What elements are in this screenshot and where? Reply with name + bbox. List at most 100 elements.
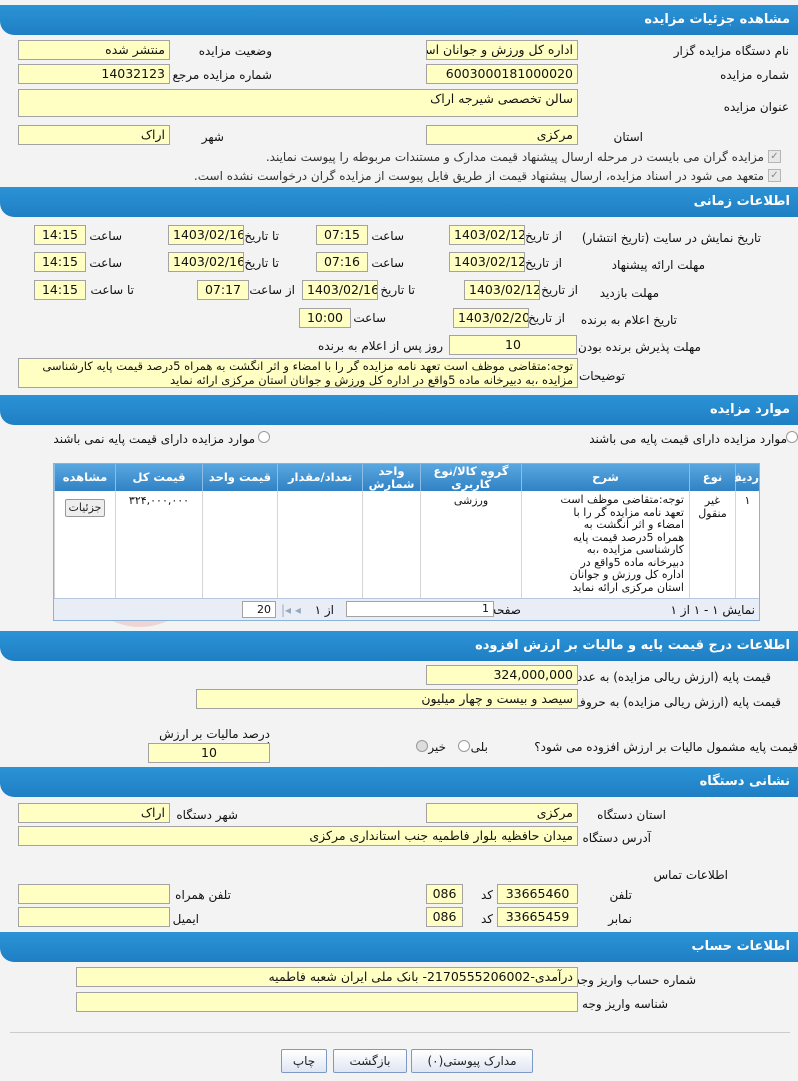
description-field[interactable]: توجه:متقاضی موظف است تعهد نامه مزایده گر… — [18, 358, 578, 388]
vat-yes-radio[interactable] — [458, 740, 470, 752]
from-date-label: از تاریخ — [541, 283, 578, 297]
publish-from-date[interactable]: 1403/02/12 — [449, 225, 525, 245]
publish-to-time[interactable]: 14:15 — [34, 225, 86, 245]
phone-code-field[interactable]: 086 — [426, 884, 463, 904]
base-word-field[interactable]: سیصد و بیست و چهار میلیون — [196, 689, 578, 709]
divider — [10, 1032, 790, 1033]
section-header-details: مشاهده جزئیات مزایده — [0, 5, 798, 35]
to-date-label: تا تاریخ — [380, 283, 415, 297]
time-label: ساعت — [371, 229, 404, 243]
print-button[interactable]: چاپ — [281, 1049, 327, 1073]
col-header-qty: تعداد/مقدار — [277, 464, 362, 491]
title-label: عنوان مزایده — [723, 100, 789, 114]
email-label: ایمیل — [172, 912, 199, 926]
to-date-label: تا تاریخ — [244, 256, 279, 270]
pager-display: نمایش ۱ - ۱ از ۱ — [670, 603, 755, 617]
province-label: استان — [613, 130, 643, 144]
visit-to-time[interactable]: 14:15 — [34, 280, 86, 300]
status-field[interactable]: منتشر شده — [18, 40, 170, 60]
org-field[interactable]: اداره کل ورزش و جوانان است — [426, 40, 578, 60]
vat-pct-field[interactable]: 10 — [148, 743, 270, 763]
fax-code-field[interactable]: 086 — [426, 907, 463, 927]
page-input[interactable]: 1 — [346, 601, 494, 617]
mobile-field[interactable] — [18, 884, 170, 904]
attach-docs-text: مزایده گران می بایست در مرحله ارسال پیشن… — [265, 150, 764, 164]
number-label: شماره مزایده — [720, 68, 789, 82]
items-table: ردیف نوع شرح گروه کالا/نوع کاربری واحد ش… — [53, 463, 760, 621]
ref-field[interactable]: 14032123 — [18, 64, 170, 84]
mobile-label: تلفن همراه — [175, 888, 231, 902]
addr-city-field[interactable]: اراک — [18, 803, 170, 823]
status-label: وضعیت مزایده — [198, 44, 272, 58]
from-time-label: از ساعت — [249, 283, 295, 297]
payment-id-field[interactable] — [76, 992, 578, 1012]
visit-from-date[interactable]: 1403/02/12 — [464, 280, 540, 300]
from-date-label: از تاریخ — [525, 229, 562, 243]
accept-days-field[interactable]: 10 — [449, 335, 577, 355]
commit-checkbox[interactable]: ✓ — [768, 169, 781, 182]
addr-province-field[interactable]: مرکزی — [426, 803, 578, 823]
account-field[interactable]: درآمدی-2170555206002- بانک ملی ایران شعب… — [76, 967, 578, 987]
page: { "sections":{ "details":"مشاهده جزئیات … — [0, 0, 798, 1081]
phone-field[interactable]: 33665460 — [497, 884, 578, 904]
base-num-field[interactable]: 324,000,000 — [426, 665, 578, 685]
offer-to-time[interactable]: 14:15 — [34, 252, 86, 272]
title-field[interactable]: سالن تخصصی شیرجه اراک — [18, 89, 578, 117]
publish-from-time[interactable]: 07:15 — [316, 225, 368, 245]
without-base-price-text: موارد مزایده دارای قیمت پایه نمی باشند — [53, 432, 255, 446]
pager-nav-icons[interactable]: |◂ ◂ — [281, 601, 301, 619]
payment-id-label: شناسه واریز وجه — [582, 997, 668, 1011]
section-header-price: اطلاعات درج قیمت پایه و مالیات بر ارزش ا… — [0, 631, 798, 661]
publish-to-date[interactable]: 1403/02/16 — [168, 225, 244, 245]
addr-city-label: شهر دستگاه — [176, 808, 238, 822]
cell-desc: توجه:متقاضی موظف است تعهد نامه مزایده گر… — [521, 491, 689, 598]
publish-date-label: تاریخ نمایش در سایت (تاریخ انتشار) — [581, 231, 761, 245]
offer-deadline-label: مهلت ارائه پیشنهاد — [611, 258, 705, 272]
announce-time[interactable]: 10:00 — [299, 308, 351, 328]
with-base-price-radio[interactable] — [786, 431, 798, 443]
email-field[interactable] — [18, 907, 170, 927]
back-button[interactable]: بازگشت — [333, 1049, 407, 1073]
section-header-account: اطلاعات حساب — [0, 932, 798, 962]
col-header-total: قیمت کل — [115, 464, 202, 491]
addr-field[interactable]: میدان حافظیه بلوار فاطمیه جنب استانداری … — [18, 826, 578, 846]
city-label: شهر — [201, 130, 224, 144]
per-page-select[interactable]: 20 — [242, 601, 276, 618]
announce-date[interactable]: 1403/02/20 — [453, 308, 529, 328]
attach-docs-checkbox[interactable]: ✓ — [768, 150, 781, 163]
cell-unit-price — [202, 491, 277, 598]
cell-unit — [362, 491, 420, 598]
base-word-label: قیمت پایه (ارزش ریالی مزایده) به حروف — [573, 695, 781, 709]
time-label: ساعت — [89, 256, 122, 270]
account-label: شماره حساب واریز وجه — [574, 973, 696, 987]
province-field[interactable]: مرکزی — [426, 125, 578, 145]
accept-days-suffix: روز پس از اعلام به برنده — [318, 339, 443, 353]
from-date-label: از تاریخ — [528, 311, 565, 325]
cell-row: ۱ — [735, 491, 759, 598]
addr-label: آدرس دستگاه — [582, 831, 651, 845]
offer-from-date[interactable]: 1403/02/12 — [449, 252, 525, 272]
offer-to-date[interactable]: 1403/02/16 — [168, 252, 244, 272]
col-header-view: مشاهده — [54, 464, 115, 491]
pager-page-label: صفحه — [490, 603, 521, 617]
attached-docs-button[interactable]: مدارک پیوستی(۰) — [411, 1049, 533, 1073]
vat-no-label: خیر — [428, 740, 446, 754]
vat-no-radio[interactable] — [416, 740, 428, 752]
visit-from-time[interactable]: 07:17 — [197, 280, 249, 300]
offer-from-time[interactable]: 07:16 — [316, 252, 368, 272]
contact-label: اطلاعات تماس — [653, 868, 728, 882]
cell-group: ورزشی — [420, 491, 521, 598]
section-header-timing: اطلاعات زمانی — [0, 187, 798, 217]
details-button[interactable]: جزئیات — [65, 499, 105, 517]
city-field[interactable]: اراک — [18, 125, 170, 145]
fax-code-label: کد — [480, 912, 493, 926]
description-label: توضیحات — [578, 369, 625, 383]
commit-text: متعهد می شود در اسناد مزایده، ارسال پیشن… — [193, 169, 764, 183]
winner-accept-label: مهلت پذیرش برنده بودن — [578, 340, 701, 354]
without-base-price-radio[interactable] — [258, 431, 270, 443]
section-header-address: نشانی دستگاه — [0, 767, 798, 797]
col-header-group: گروه کالا/نوع کاربری — [420, 464, 521, 491]
number-field[interactable]: 6003000181000020 — [426, 64, 578, 84]
fax-field[interactable]: 33665459 — [497, 907, 578, 927]
visit-to-date[interactable]: 1403/02/16 — [302, 280, 378, 300]
